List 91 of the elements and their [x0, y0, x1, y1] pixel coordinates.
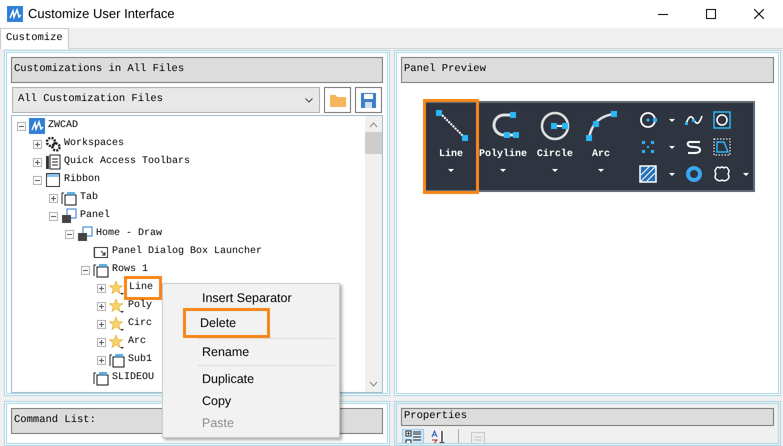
tree-item[interactable]: Panel [79, 209, 112, 223]
launcher-icon [93, 244, 109, 260]
tree-item[interactable]: SLIDEOU [111, 371, 156, 385]
expand-icon[interactable] [97, 320, 106, 328]
tree-item[interactable]: ZWCAD [47, 119, 80, 133]
close-icon [754, 9, 764, 19]
star-icon [109, 334, 125, 350]
tree-item[interactable]: Ribbon [63, 173, 102, 187]
folder-icon [330, 94, 346, 106]
open-folder-button[interactable] [324, 87, 351, 113]
gears-icon [45, 136, 61, 152]
expand-icon[interactable] [97, 302, 106, 310]
collapse-icon[interactable] [33, 176, 42, 184]
hatch-icon [638, 165, 657, 183]
scroll-down-icon[interactable] [369, 381, 378, 387]
tree-item[interactable]: Line [124, 276, 162, 300]
scroll-thumb[interactable] [365, 132, 382, 154]
expand-icon[interactable] [97, 356, 106, 364]
app-icon [29, 118, 45, 134]
expand-icon[interactable] [97, 338, 106, 346]
tab-icon [93, 262, 109, 278]
panel-header: Properties [401, 408, 774, 426]
collapse-icon[interactable] [49, 212, 58, 220]
star-icon [109, 280, 125, 296]
ribbon-tool-button[interactable]: Arc [578, 105, 623, 188]
scroll-up-icon[interactable] [369, 122, 378, 128]
ribbon-small-tool-button[interactable] [638, 163, 675, 185]
collapse-icon[interactable] [17, 122, 26, 130]
caret-icon [500, 169, 506, 172]
revision-cloud-icon [712, 165, 731, 183]
panel-header: Customizations in All Files [11, 57, 383, 83]
tree-item[interactable]: Workspaces [63, 137, 126, 151]
toolbar-button[interactable] [402, 428, 424, 443]
ribbon-tool-button[interactable]: Line [429, 105, 474, 188]
menu-item[interactable]: Delete [185, 310, 268, 336]
expand-icon[interactable] [97, 284, 106, 292]
region-icon [712, 138, 731, 156]
app-icon [7, 6, 23, 22]
toolbar-icon [45, 154, 61, 170]
line-tool-icon [434, 109, 468, 142]
tree-item[interactable]: Circ [127, 317, 154, 331]
collapse-icon[interactable] [81, 266, 90, 274]
center-circle-icon [638, 111, 657, 129]
sort-alphabetical-icon [431, 430, 447, 443]
panel-icon [77, 226, 93, 242]
ribbon-tool-button[interactable]: Circle [532, 105, 577, 188]
star-icon [109, 298, 125, 314]
categorized-icon [405, 430, 421, 443]
scrollbar[interactable] [365, 116, 382, 392]
maximize-icon [706, 9, 716, 19]
panel-icon [61, 208, 77, 224]
file-dropdown[interactable]: All Customization Files [12, 87, 320, 113]
property-pages-icon [470, 430, 486, 443]
caret-icon [552, 169, 558, 172]
window-icon [45, 172, 61, 188]
save-icon [361, 92, 376, 108]
save-button[interactable] [355, 87, 382, 113]
menu-item[interactable]: Rename [165, 341, 337, 363]
caret-icon [598, 169, 604, 172]
caret-icon [668, 146, 675, 148]
tree-item[interactable]: Quick Access Toolbars [63, 155, 192, 169]
tree-item[interactable]: Tab [79, 191, 100, 205]
tab-icon [93, 370, 109, 386]
tree-item[interactable]: Panel Dialog Box Launcher [111, 245, 264, 259]
tab-icon [109, 352, 125, 368]
tree-item[interactable]: Arc [127, 335, 148, 349]
expand-icon[interactable] [33, 140, 42, 148]
tree-item[interactable]: Sub1 [127, 353, 154, 367]
collapse-icon[interactable] [65, 230, 74, 238]
ribbon-tool-button[interactable]: Polyline [475, 105, 531, 188]
ribbon-small-tool-button[interactable] [638, 109, 675, 131]
tab-icon [61, 190, 77, 206]
tree-item[interactable]: Poly [127, 299, 154, 313]
donut-icon [684, 165, 703, 183]
expand-icon[interactable] [49, 194, 58, 202]
star-icon [109, 316, 125, 332]
curve-s-icon [684, 138, 703, 156]
menu-item[interactable]: Duplicate [165, 368, 337, 390]
menu-item[interactable]: Insert Separator [165, 287, 337, 309]
window-title: Customize User Interface [28, 5, 175, 24]
chevron-down-icon [305, 98, 313, 102]
expand-icon[interactable] [33, 158, 42, 166]
tab[interactable]: Customize [0, 28, 69, 49]
tree-item[interactable]: Home - Draw [95, 227, 164, 241]
caret-icon [742, 172, 749, 176]
tree-item[interactable]: Rows 1 [111, 263, 150, 277]
caret-icon [448, 169, 454, 172]
caret-icon [668, 118, 675, 122]
arc-tool-icon [584, 109, 618, 142]
caret-icon [668, 172, 675, 176]
panel-header: Panel Preview [401, 57, 774, 83]
